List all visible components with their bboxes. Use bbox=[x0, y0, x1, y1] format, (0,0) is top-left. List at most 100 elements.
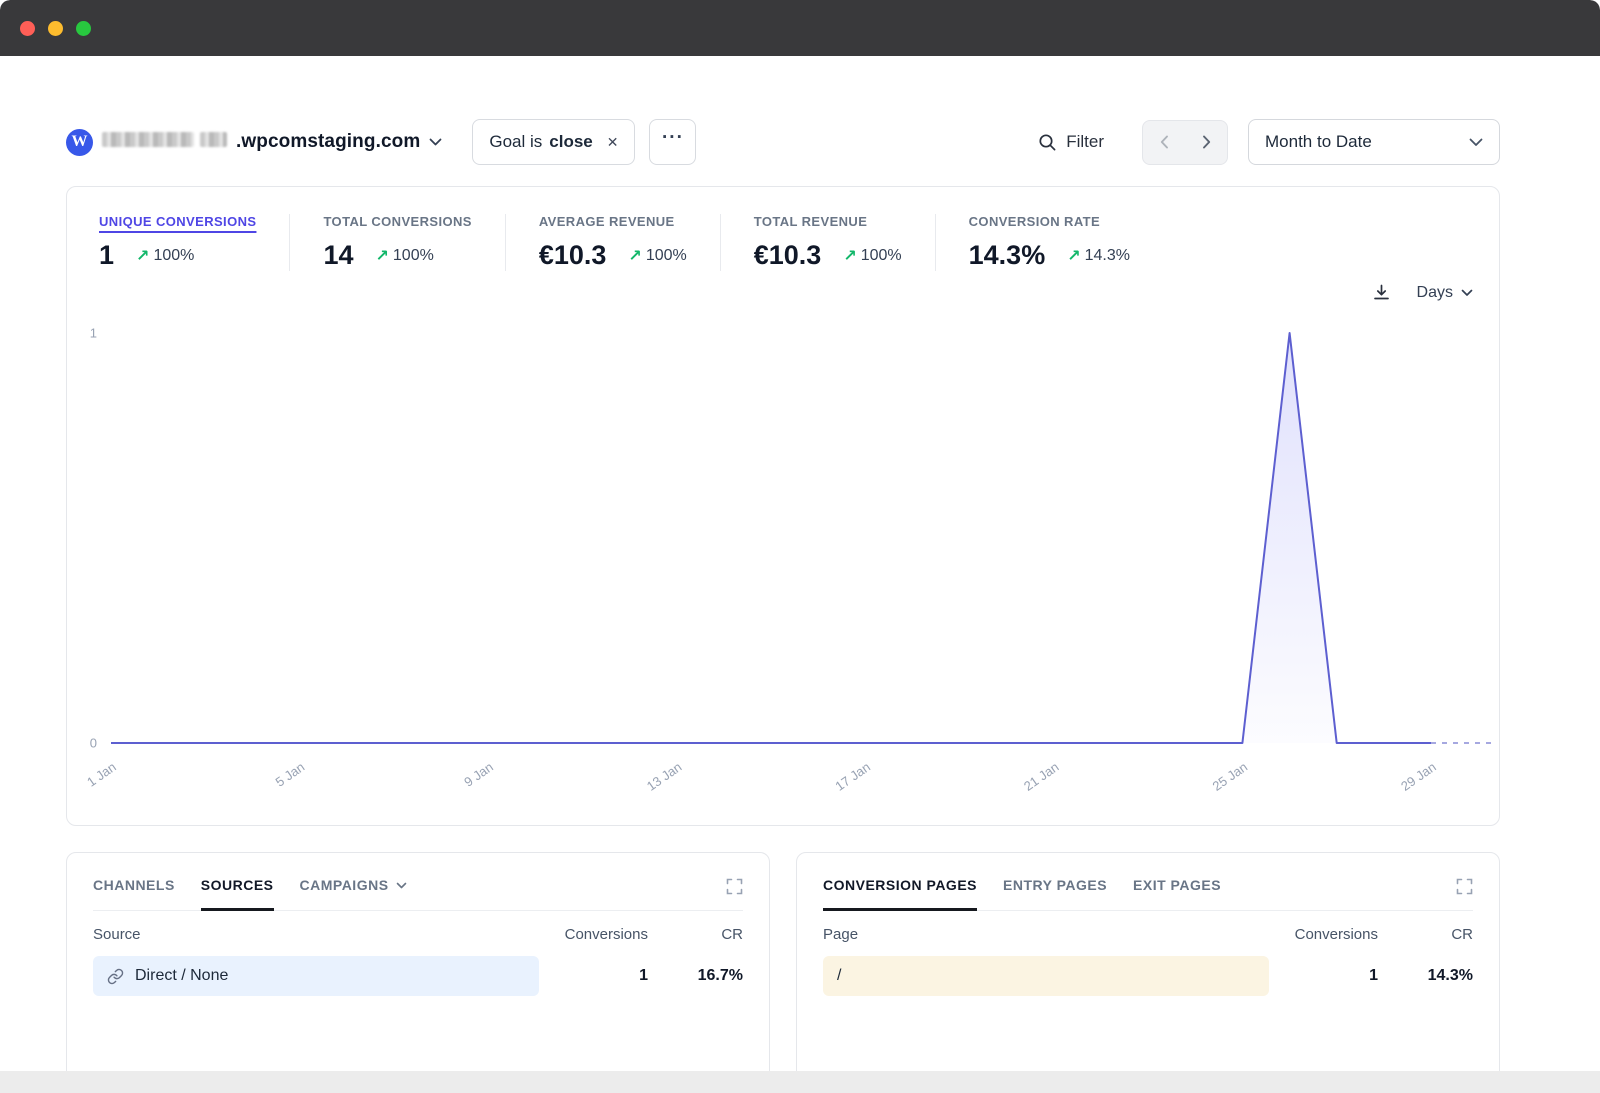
svg-text:29 Jan: 29 Jan bbox=[1398, 759, 1439, 794]
sources-table-header: Source Conversions CR bbox=[93, 911, 743, 956]
metric-total-revenue[interactable]: TOTAL REVENUE €10.3 ↗100% bbox=[754, 214, 936, 271]
link-icon bbox=[107, 968, 124, 985]
tab-campaigns[interactable]: CAMPAIGNS bbox=[300, 877, 407, 910]
traffic-lights bbox=[20, 21, 91, 36]
metrics-row: UNIQUE CONVERSIONS 1 ↗100% TOTAL CONVERS… bbox=[67, 187, 1499, 271]
minimize-window-button[interactable] bbox=[48, 21, 63, 36]
metric-total-conversions[interactable]: TOTAL CONVERSIONS 14 ↗100% bbox=[323, 214, 505, 271]
trend-up-icon: ↗ bbox=[1067, 246, 1080, 266]
pages-card: CONVERSION PAGES ENTRY PAGES EXIT PAGES … bbox=[796, 852, 1500, 1093]
svg-text:13 Jan: 13 Jan bbox=[644, 759, 685, 794]
svg-text:17 Jan: 17 Jan bbox=[832, 759, 873, 794]
trend-up-icon: ↗ bbox=[376, 246, 389, 266]
goal-filter-chip[interactable]: Goal is close ✕ bbox=[472, 119, 635, 165]
table-row[interactable]: / 1 14.3% bbox=[823, 956, 1473, 996]
column-cr: CR bbox=[1378, 926, 1473, 943]
source-cell[interactable]: Direct / None bbox=[93, 956, 539, 996]
close-window-button[interactable] bbox=[20, 21, 35, 36]
conversions-value: 1 bbox=[553, 967, 648, 985]
metric-average-revenue[interactable]: AVERAGE REVENUE €10.3 ↗100% bbox=[539, 214, 721, 271]
svg-text:21 Jan: 21 Jan bbox=[1021, 759, 1062, 794]
goal-chip-prefix: Goal is bbox=[489, 132, 542, 152]
tab-exit-pages[interactable]: EXIT PAGES bbox=[1133, 877, 1221, 910]
chevron-down-icon bbox=[1469, 138, 1483, 147]
app-window: W .wpcomstaging.com Goal is close ✕ ··· … bbox=[0, 0, 1600, 1093]
previous-period-button[interactable] bbox=[1143, 121, 1185, 164]
metric-delta: 100% bbox=[393, 247, 434, 265]
more-horizontal-icon: ··· bbox=[662, 127, 684, 149]
table-row[interactable]: Direct / None 1 16.7% bbox=[93, 956, 743, 996]
metric-delta: 100% bbox=[646, 247, 687, 265]
metric-value: 14.3% bbox=[969, 240, 1046, 271]
column-cr: CR bbox=[648, 926, 743, 943]
svg-text:0: 0 bbox=[90, 736, 97, 751]
column-page: Page bbox=[823, 926, 1283, 943]
window-titlebar bbox=[0, 0, 1600, 56]
search-icon bbox=[1038, 133, 1057, 152]
metric-value: 14 bbox=[323, 240, 353, 271]
redacted-site-name bbox=[102, 132, 194, 147]
column-source: Source bbox=[93, 926, 553, 943]
pages-card-tabs: CONVERSION PAGES ENTRY PAGES EXIT PAGES bbox=[823, 877, 1473, 911]
column-conversions: Conversions bbox=[1283, 926, 1378, 943]
chevron-left-icon bbox=[1160, 135, 1169, 149]
trend-up-icon: ↗ bbox=[628, 246, 641, 266]
metric-delta: 100% bbox=[153, 247, 194, 265]
sources-card: CHANNELS SOURCES CAMPAIGNS Source Conver… bbox=[66, 852, 770, 1093]
interval-select[interactable]: Days bbox=[1417, 284, 1473, 302]
chevron-down-icon bbox=[429, 138, 442, 146]
filter-button[interactable]: Filter bbox=[1038, 132, 1104, 152]
conversions-line-chart[interactable]: 0 1 1 Jan 5 Jan 9 Jan 13 Jan 17 Jan 21 Jan 25 Ja… bbox=[67, 327, 1499, 812]
page-path: / bbox=[837, 967, 841, 985]
svg-text:25 Jan: 25 Jan bbox=[1210, 759, 1251, 794]
chevron-right-icon bbox=[1202, 135, 1211, 149]
metric-unique-conversions[interactable]: UNIQUE CONVERSIONS 1 ↗100% bbox=[99, 214, 290, 271]
toolbar: W .wpcomstaging.com Goal is close ✕ ··· … bbox=[66, 118, 1500, 166]
svg-text:1 Jan: 1 Jan bbox=[84, 759, 119, 790]
window-bottom-edge bbox=[0, 1071, 1600, 1093]
date-range-value: Month to Date bbox=[1265, 132, 1372, 152]
trend-up-icon: ↗ bbox=[843, 246, 856, 266]
date-range-select[interactable]: Month to Date bbox=[1248, 119, 1500, 165]
svg-text:5 Jan: 5 Jan bbox=[273, 759, 308, 790]
tab-sources[interactable]: SOURCES bbox=[201, 877, 274, 910]
metric-conversion-rate[interactable]: CONVERSION RATE 14.3% ↗14.3% bbox=[969, 214, 1163, 271]
download-icon[interactable] bbox=[1372, 283, 1391, 302]
tab-conversion-pages[interactable]: CONVERSION PAGES bbox=[823, 877, 977, 910]
tab-channels[interactable]: CHANNELS bbox=[93, 877, 175, 910]
chevron-down-icon bbox=[1461, 289, 1473, 297]
page-cell[interactable]: / bbox=[823, 956, 1269, 996]
filter-label: Filter bbox=[1066, 132, 1104, 152]
remove-filter-icon[interactable]: ✕ bbox=[607, 134, 619, 151]
site-selector[interactable]: W .wpcomstaging.com bbox=[66, 129, 442, 156]
svg-text:9 Jan: 9 Jan bbox=[461, 759, 496, 790]
metric-value: €10.3 bbox=[539, 240, 607, 271]
redacted-site-name bbox=[200, 132, 227, 147]
interval-label: Days bbox=[1417, 284, 1453, 302]
more-options-button[interactable]: ··· bbox=[649, 119, 696, 165]
cr-value: 16.7% bbox=[648, 967, 743, 985]
chevron-down-icon bbox=[396, 882, 407, 889]
pages-table-header: Page Conversions CR bbox=[823, 911, 1473, 956]
tab-entry-pages[interactable]: ENTRY PAGES bbox=[1003, 877, 1107, 910]
conversions-overview-card: UNIQUE CONVERSIONS 1 ↗100% TOTAL CONVERS… bbox=[66, 186, 1500, 826]
expand-icon[interactable] bbox=[1456, 878, 1473, 895]
goal-chip-value: close bbox=[549, 132, 592, 152]
column-conversions: Conversions bbox=[553, 926, 648, 943]
date-pager bbox=[1142, 120, 1228, 165]
sources-card-tabs: CHANNELS SOURCES CAMPAIGNS bbox=[93, 877, 743, 911]
zoom-window-button[interactable] bbox=[76, 21, 91, 36]
expand-icon[interactable] bbox=[726, 878, 743, 895]
metric-value: €10.3 bbox=[754, 240, 822, 271]
wordpress-icon: W bbox=[66, 129, 93, 156]
cr-value: 14.3% bbox=[1378, 967, 1473, 985]
metric-delta: 14.3% bbox=[1085, 247, 1130, 265]
chart-controls: Days bbox=[1372, 283, 1473, 302]
conversions-value: 1 bbox=[1283, 967, 1378, 985]
svg-text:1: 1 bbox=[90, 327, 97, 341]
next-period-button[interactable] bbox=[1185, 121, 1227, 164]
site-domain: .wpcomstaging.com bbox=[236, 131, 420, 153]
metric-delta: 100% bbox=[861, 247, 902, 265]
source-name: Direct / None bbox=[135, 967, 228, 985]
trend-up-icon: ↗ bbox=[136, 246, 149, 266]
